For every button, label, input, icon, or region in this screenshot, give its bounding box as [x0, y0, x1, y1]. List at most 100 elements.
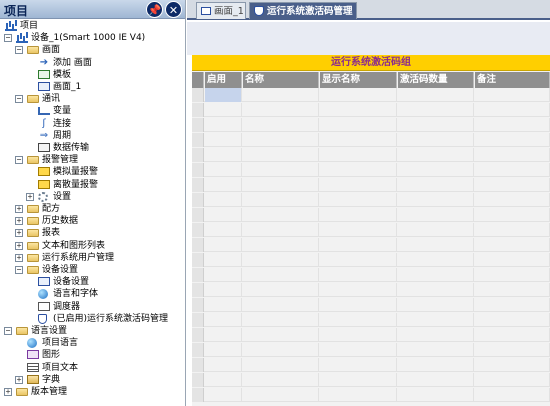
row-header[interactable]	[192, 388, 204, 402]
table-row[interactable]	[192, 343, 550, 357]
row-header[interactable]	[192, 253, 204, 267]
row-header[interactable]	[192, 358, 204, 372]
table-row[interactable]	[192, 328, 550, 342]
table-row[interactable]	[192, 193, 550, 207]
close-icon[interactable]: ✕	[165, 1, 182, 18]
table-cell[interactable]	[320, 178, 397, 192]
table-cell[interactable]	[398, 298, 474, 312]
table-cell[interactable]	[475, 358, 550, 372]
column-header-activation-count[interactable]: 激活码数量	[398, 72, 474, 88]
table-cell[interactable]	[398, 148, 474, 162]
table-cell[interactable]	[398, 238, 474, 252]
column-header-name[interactable]: 名称	[243, 72, 319, 88]
expand-icon[interactable]: +	[15, 229, 23, 238]
tree-item[interactable]: + 文本和图形列表	[0, 240, 185, 252]
table-cell[interactable]	[243, 298, 319, 312]
table-cell[interactable]	[398, 223, 474, 237]
table-cell[interactable]	[243, 343, 319, 357]
table-cell[interactable]	[243, 193, 319, 207]
table-cell[interactable]	[398, 133, 474, 147]
table-cell[interactable]	[205, 163, 242, 177]
row-header[interactable]	[192, 223, 204, 237]
table-cell[interactable]	[243, 103, 319, 117]
table-cell[interactable]	[475, 103, 550, 117]
column-header-enabled[interactable]: 启用	[205, 72, 242, 88]
row-header[interactable]	[192, 178, 204, 192]
table-cell[interactable]	[320, 388, 397, 402]
expand-icon[interactable]: +	[15, 205, 23, 213]
expand-icon[interactable]: +	[15, 241, 23, 250]
table-cell[interactable]	[398, 313, 474, 327]
table-cell[interactable]	[205, 298, 242, 312]
table-cell[interactable]	[475, 88, 550, 102]
table-cell[interactable]	[475, 328, 550, 342]
table-cell[interactable]	[205, 373, 242, 387]
table-row[interactable]	[192, 223, 550, 237]
table-cell[interactable]	[320, 163, 397, 177]
table-cell[interactable]	[243, 178, 319, 192]
row-header[interactable]	[192, 328, 204, 342]
table-cell[interactable]	[320, 238, 397, 252]
table-cell[interactable]	[320, 103, 397, 117]
tree-item[interactable]: − 设备_1(Smart 1000 IE V4)	[0, 32, 185, 44]
table-cell[interactable]	[320, 88, 397, 102]
tree-item[interactable]: 离散量报警	[0, 179, 185, 191]
table-cell[interactable]	[320, 118, 397, 132]
tree-item[interactable]: − 通讯	[0, 93, 185, 105]
table-row[interactable]	[192, 148, 550, 162]
tree-item[interactable]: (已启用)运行系统激活码管理	[0, 313, 185, 325]
row-header[interactable]	[192, 313, 204, 327]
table-cell[interactable]	[320, 148, 397, 162]
table-row[interactable]	[192, 373, 550, 387]
table-cell[interactable]	[243, 388, 319, 402]
table-row[interactable]	[192, 133, 550, 147]
tree-item[interactable]: 数据传输	[0, 142, 185, 154]
table-cell[interactable]	[475, 148, 550, 162]
table-cell[interactable]	[398, 178, 474, 192]
table-cell[interactable]	[205, 193, 242, 207]
expand-icon[interactable]: +	[15, 375, 23, 384]
tree-item[interactable]: 变量	[0, 105, 185, 117]
table-cell[interactable]	[320, 283, 397, 297]
table-cell[interactable]	[398, 118, 474, 132]
table-cell[interactable]	[320, 313, 397, 327]
table-cell[interactable]	[205, 148, 242, 162]
table-cell[interactable]	[475, 133, 550, 147]
collapse-icon[interactable]: −	[15, 266, 23, 274]
row-header[interactable]	[192, 163, 204, 177]
table-row[interactable]	[192, 298, 550, 312]
table-cell[interactable]	[475, 268, 550, 282]
table-cell[interactable]	[243, 133, 319, 147]
table-row[interactable]	[192, 88, 550, 102]
table-row[interactable]	[192, 208, 550, 222]
table-cell[interactable]	[320, 268, 397, 282]
table-cell[interactable]	[398, 358, 474, 372]
row-header[interactable]	[192, 343, 204, 357]
table-cell[interactable]	[320, 328, 397, 342]
row-header[interactable]	[192, 148, 204, 162]
collapse-icon[interactable]: −	[15, 95, 23, 104]
table-cell[interactable]	[320, 343, 397, 357]
table-row[interactable]	[192, 358, 550, 372]
table-cell[interactable]	[243, 283, 319, 297]
table-row[interactable]	[192, 313, 550, 327]
table-cell[interactable]	[320, 193, 397, 207]
table-cell[interactable]	[205, 238, 242, 252]
tree-item[interactable]: − 画面	[0, 44, 185, 56]
row-header[interactable]	[192, 88, 204, 102]
table-cell[interactable]	[243, 373, 319, 387]
table-cell[interactable]	[243, 88, 319, 102]
table-cell[interactable]	[243, 358, 319, 372]
tree-item[interactable]: + 字典	[0, 374, 185, 386]
tree-item[interactable]: 画面_1	[0, 81, 185, 93]
table-cell[interactable]	[320, 358, 397, 372]
table-cell[interactable]	[475, 178, 550, 192]
table-cell[interactable]	[398, 103, 474, 117]
table-cell[interactable]	[398, 253, 474, 267]
table-cell[interactable]	[398, 388, 474, 402]
row-header[interactable]	[192, 298, 204, 312]
tree-item[interactable]: + 配方	[0, 203, 185, 215]
table-cell[interactable]	[243, 328, 319, 342]
table-cell[interactable]	[205, 313, 242, 327]
tree-item[interactable]: ➔ 添加 画面	[0, 57, 185, 69]
